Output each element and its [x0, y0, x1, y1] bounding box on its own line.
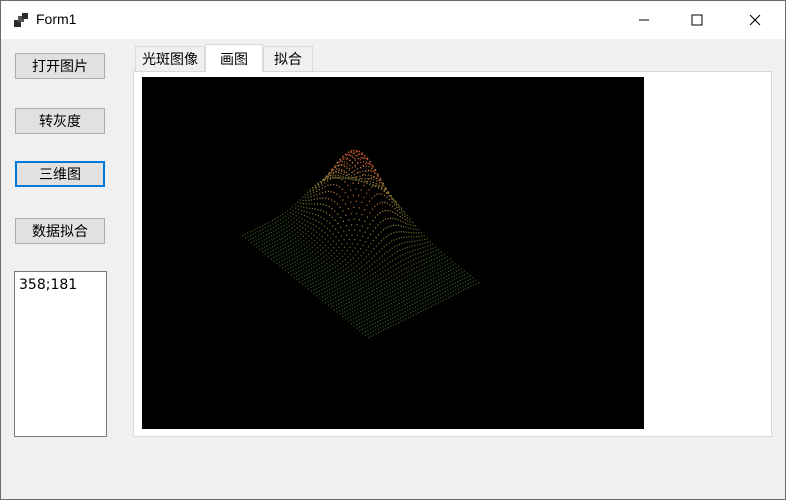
tab-draw[interactable]: 画图: [205, 44, 263, 72]
window-title: Form1: [36, 11, 77, 27]
3d-surface-plot: [142, 77, 644, 429]
app-window: Form1 打开图片 转灰度 三维图 数据拟合 358;181 光斑图像 画图 …: [0, 0, 786, 500]
tab-spot-image[interactable]: 光斑图像: [135, 46, 205, 71]
app-icon: [14, 13, 28, 27]
tab-fit[interactable]: 拟合: [263, 46, 313, 71]
maximize-icon: [691, 14, 703, 26]
3d-plot-button[interactable]: 三维图: [15, 161, 105, 187]
tab-page-draw: [133, 71, 772, 437]
close-icon: [749, 14, 761, 26]
grayscale-button[interactable]: 转灰度: [15, 108, 105, 134]
minimize-button[interactable]: [621, 1, 667, 39]
coordinates-textbox[interactable]: 358;181: [14, 271, 107, 437]
minimize-icon: [639, 19, 649, 21]
close-button[interactable]: [732, 1, 778, 39]
data-fit-button[interactable]: 数据拟合: [15, 218, 105, 244]
maximize-button[interactable]: [674, 1, 720, 39]
3d-surface-canvas: [242, 149, 480, 339]
title-bar[interactable]: Form1: [1, 1, 785, 39]
surface-points: [242, 149, 480, 339]
open-image-button[interactable]: 打开图片: [15, 53, 105, 79]
